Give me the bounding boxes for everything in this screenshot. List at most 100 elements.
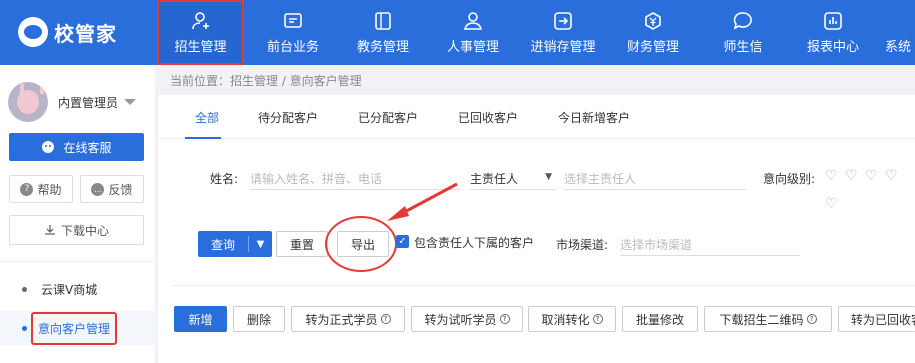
convert-trial-button[interactable]: 转为试听学员?	[411, 306, 523, 332]
heart-icon[interactable]: ♡	[825, 168, 838, 184]
convert-formal-label: 转为正式学员	[305, 312, 378, 327]
convert-formal-button[interactable]: 转为正式学员?	[291, 306, 405, 332]
heart-icon[interactable]: ♡	[865, 168, 878, 184]
sidebar-item-mall[interactable]: 云课V商城	[0, 272, 155, 306]
top-navigation-bar: 校管家 招生管理 前台业务 教务管理 人事管理 进销存管理 财务管理 师生信 报…	[0, 0, 915, 65]
user-add-icon	[191, 10, 211, 32]
cancel-conversion-label: 取消转化	[541, 312, 590, 327]
channel-picker-input[interactable]: 选择市场渠道	[620, 232, 800, 256]
download-center-button[interactable]: 下载中心	[9, 215, 144, 245]
tab-assigned[interactable]: 已分配客户	[358, 109, 418, 126]
help-icon[interactable]: ?	[592, 314, 603, 324]
money-icon	[643, 10, 663, 32]
book-icon	[373, 10, 393, 32]
sidebar: 内置管理员 在线客服 ? 帮助 … 反馈 下载中心 云课V商城 意向客户管理	[0, 65, 155, 363]
avatar	[8, 82, 48, 122]
sidebar-item-prospects[interactable]: 意向客户管理	[0, 311, 155, 345]
nav-label: 人事管理	[446, 40, 499, 55]
help-icon[interactable]: ?	[380, 314, 391, 324]
sidebar-item-label: 云课V商城	[41, 282, 98, 297]
query-label: 查询	[210, 237, 235, 252]
help-button[interactable]: ? 帮助	[9, 175, 73, 203]
bullet-icon	[22, 325, 27, 331]
caret-down-icon: ▼	[545, 172, 552, 182]
heart-icon[interactable]: ♡	[825, 196, 838, 212]
batch-edit-button[interactable]: 批量修改	[622, 306, 698, 332]
owner-select-value: 主责任人	[470, 172, 519, 186]
cancel-conversion-button[interactable]: 取消转化?	[528, 306, 616, 332]
nav-label: 教务管理	[356, 40, 409, 55]
download-qrcode-button[interactable]: 下载招生二维码?	[704, 306, 832, 332]
help-icon[interactable]: ?	[806, 314, 817, 324]
nav-hr[interactable]: 人事管理	[428, 0, 518, 65]
inout-icon	[553, 10, 573, 32]
channel-label: 市场渠道:	[556, 238, 609, 252]
nav-reports[interactable]: 报表中心	[788, 0, 878, 65]
help-icon[interactable]: ?	[499, 314, 510, 324]
tab-all[interactable]: 全部	[195, 109, 219, 126]
user-profile[interactable]: 内置管理员	[8, 82, 137, 122]
sidebar-item-label: 意向客户管理	[31, 311, 118, 345]
question-icon: ?	[20, 182, 34, 196]
add-label: 新增	[188, 312, 213, 327]
download-qrcode-label: 下载招生二维码	[719, 312, 804, 327]
sidebar-divider	[0, 261, 155, 262]
active-tab-indicator	[185, 137, 221, 139]
batch-edit-label: 批量修改	[635, 312, 684, 327]
logo-icon	[18, 17, 48, 47]
monitor-icon	[283, 10, 303, 32]
convert-trial-label: 转为试听学员	[424, 312, 497, 327]
add-button[interactable]: 新增	[174, 306, 227, 332]
intent-level-label: 意向级别:	[763, 172, 816, 186]
annotation-arrow-icon	[387, 182, 458, 221]
nav-front-desk[interactable]: 前台业务	[248, 0, 338, 65]
download-icon	[44, 224, 56, 236]
chevron-down-icon[interactable]: ▼	[249, 239, 272, 250]
feedback-label: 反馈	[108, 182, 133, 197]
owner-type-select[interactable]: 主责任人 ▼	[470, 166, 556, 190]
delete-label: 删除	[246, 312, 271, 327]
tab-unassigned[interactable]: 待分配客户	[258, 109, 318, 126]
tab-today-new[interactable]: 今日新增客户	[558, 109, 630, 126]
comment-icon: …	[91, 182, 105, 196]
bullet-icon	[22, 286, 27, 292]
nav-system[interactable]: 系统	[885, 0, 915, 65]
feedback-button[interactable]: … 反馈	[80, 175, 144, 203]
include-subordinates-label: 包含责任人下属的客户	[414, 236, 535, 250]
person-icon	[463, 10, 483, 32]
heart-icon[interactable]: ♡	[885, 168, 898, 184]
chart-icon	[823, 10, 843, 32]
owner-picker-input[interactable]: 选择主责任人	[564, 166, 746, 190]
nav-messaging[interactable]: 师生信	[698, 0, 788, 65]
headset-icon	[41, 140, 55, 154]
chat-icon	[733, 10, 753, 32]
reset-button[interactable]: 重置	[276, 231, 328, 257]
delete-button[interactable]: 删除	[233, 306, 285, 332]
convert-recovered-label: 转为已回收客户	[851, 312, 915, 327]
nav-label: 进销存管理	[530, 40, 596, 55]
heart-icon[interactable]: ♡	[845, 168, 858, 184]
download-label: 下载中心	[60, 223, 109, 238]
nav-label: 前台业务	[266, 40, 319, 55]
nav-admissions[interactable]: 招生管理	[157, 0, 244, 65]
nav-label: 财务管理	[626, 40, 679, 55]
name-label: 姓名:	[210, 172, 239, 186]
convert-recovered-button[interactable]: 转为已回收客户	[838, 306, 915, 332]
nav-academic[interactable]: 教务管理	[338, 0, 428, 65]
online-service-button[interactable]: 在线客服	[9, 133, 144, 161]
help-label: 帮助	[37, 182, 62, 197]
nav-inventory[interactable]: 进销存管理	[518, 0, 608, 65]
section-divider	[172, 285, 915, 286]
nav-label: 系统	[885, 40, 912, 55]
nav-label: 报表中心	[806, 40, 859, 55]
query-button[interactable]: 查询 ▼	[198, 231, 272, 257]
nav-label: 招生管理	[174, 40, 227, 55]
app-logo[interactable]: 校管家	[18, 17, 117, 47]
chevron-down-icon[interactable]	[124, 99, 137, 105]
include-subordinates-checkbox[interactable]: ✓	[396, 235, 409, 248]
nav-finance[interactable]: 财务管理	[608, 0, 698, 65]
online-service-label: 在线客服	[63, 140, 112, 155]
tab-recovered[interactable]: 已回收客户	[458, 109, 518, 126]
breadcrumb: 当前位置：招生管理 / 意向客户管理	[170, 74, 362, 88]
main-panel: 全部 待分配客户 已分配客户 已回收客户 今日新增客户 姓名: 请输入姓名、拼音…	[158, 95, 915, 363]
